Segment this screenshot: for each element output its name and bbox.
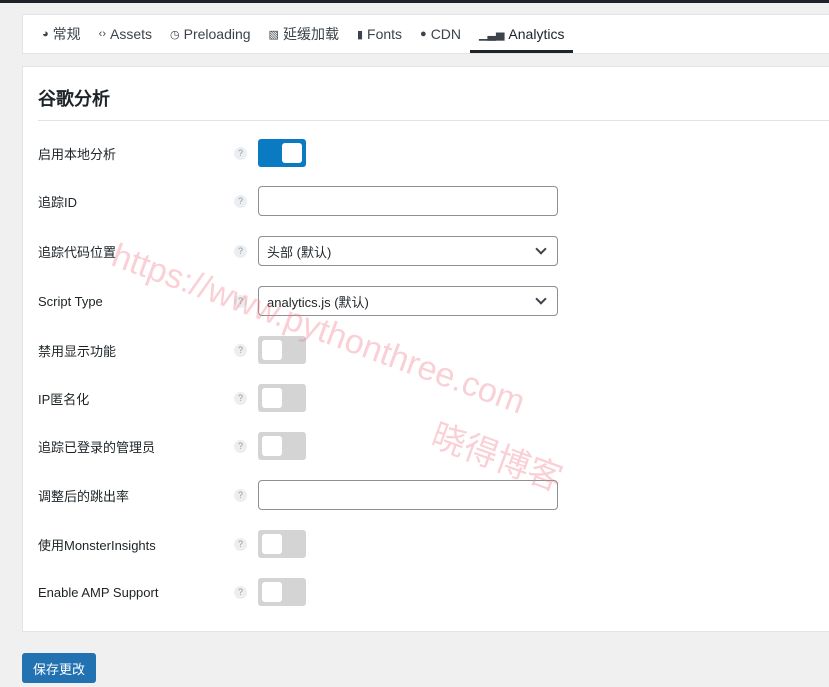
tab-label: Assets — [109, 26, 152, 42]
field-label: 追踪代码位置 — [38, 244, 117, 260]
tab-bar: ◕ 常规 ‹› Assets ◷ Preloading ▧ 延缓加载 ▮ Fonts ● C… — [22, 14, 829, 54]
admin-bar — [0, 0, 829, 3]
row-bounce-rate: 调整后的跳出率 ? — [38, 480, 829, 510]
tab-label: Fonts — [367, 26, 403, 42]
toggle-knob — [262, 340, 282, 360]
tab-general[interactable]: ◕ 常规 — [33, 15, 90, 53]
dashboard-icon: ◕ — [42, 28, 49, 40]
code-icon: ‹› — [98, 28, 106, 40]
clock-icon: ◷ — [170, 28, 180, 41]
track-admins-toggle[interactable] — [258, 432, 306, 460]
image-icon: ▧ — [268, 28, 279, 41]
tracking-id-input[interactable] — [258, 186, 558, 216]
tab-preloading[interactable]: ◷ Preloading — [161, 15, 260, 53]
chevron-down-icon — [535, 243, 547, 255]
tab-lazyload[interactable]: ▧ 延缓加载 — [260, 15, 348, 53]
field-label: Enable AMP Support — [38, 584, 159, 600]
selected-value: analytics.js (默认) — [267, 294, 369, 310]
tab-label: 常规 — [52, 26, 81, 42]
enable-toggle[interactable] — [258, 139, 306, 167]
row-enable: 启用本地分析 ? — [38, 138, 829, 168]
tab-assets[interactable]: ‹› Assets — [90, 15, 161, 53]
font-icon: ▮ — [356, 28, 364, 41]
settings-card: 谷歌分析 启用本地分析 ? 追踪ID ? 追踪代码位置 ? 头部 (默认) Sc… — [22, 66, 829, 632]
row-monsterinsights: 使用MonsterInsights ? — [38, 529, 829, 559]
row-code-position: 追踪代码位置 ? 头部 (默认) — [38, 236, 829, 266]
save-button[interactable]: 保存更改 — [22, 653, 96, 683]
row-ip-anon: IP匿名化 ? — [38, 383, 829, 413]
help-icon[interactable]: ? — [234, 488, 247, 502]
row-amp: Enable AMP Support ? — [38, 577, 829, 607]
help-icon[interactable]: ? — [234, 343, 247, 357]
bounce-rate-input[interactable] — [258, 480, 558, 510]
help-icon[interactable]: ? — [234, 585, 247, 599]
field-label: 启用本地分析 — [38, 146, 117, 162]
disable-display-toggle[interactable] — [258, 336, 306, 364]
code-position-select[interactable]: 头部 (默认) — [258, 236, 558, 266]
toggle-knob — [262, 582, 282, 602]
help-icon[interactable]: ? — [234, 194, 247, 208]
tab-cdn[interactable]: ● CDN — [411, 15, 470, 53]
tab-fonts[interactable]: ▮ Fonts — [348, 15, 411, 53]
row-tracking-id: 追踪ID ? — [38, 186, 829, 216]
toggle-knob — [262, 388, 282, 408]
field-label: 调整后的跳出率 — [38, 488, 130, 504]
bar-chart-icon: ▁▃▅ — [479, 28, 505, 41]
script-type-select[interactable]: analytics.js (默认) — [258, 286, 558, 316]
toggle-knob — [262, 436, 282, 456]
globe-icon: ● — [420, 28, 427, 40]
ip-anon-toggle[interactable] — [258, 384, 306, 412]
help-icon[interactable]: ? — [234, 146, 247, 160]
tab-label: CDN — [430, 26, 462, 42]
chevron-down-icon — [535, 293, 547, 305]
monsterinsights-toggle[interactable] — [258, 530, 306, 558]
field-label: Script Type — [38, 293, 103, 309]
amp-toggle[interactable] — [258, 578, 306, 606]
tab-label: Analytics — [508, 26, 565, 42]
help-icon[interactable]: ? — [234, 537, 247, 551]
tab-label: 延缓加载 — [282, 26, 339, 42]
tab-analytics[interactable]: ▁▃▅ Analytics — [470, 15, 574, 53]
row-track-admins: 追踪已登录的管理员 ? — [38, 431, 829, 461]
help-icon[interactable]: ? — [234, 391, 247, 405]
row-script-type: Script Type ? analytics.js (默认) — [38, 286, 829, 316]
toggle-knob — [262, 534, 282, 554]
toggle-knob — [282, 143, 302, 163]
field-label: IP匿名化 — [38, 391, 90, 407]
divider — [38, 120, 829, 121]
tab-label: Preloading — [183, 26, 251, 42]
field-label: 追踪ID — [38, 194, 78, 210]
row-disable-display: 禁用显示功能 ? — [38, 335, 829, 365]
help-icon[interactable]: ? — [234, 294, 247, 308]
field-label: 追踪已登录的管理员 — [38, 439, 156, 455]
selected-value: 头部 (默认) — [267, 244, 332, 260]
help-icon[interactable]: ? — [234, 439, 247, 453]
field-label: 使用MonsterInsights — [38, 537, 156, 553]
field-label: 禁用显示功能 — [38, 343, 117, 359]
help-icon[interactable]: ? — [234, 244, 247, 258]
section-title: 谷歌分析 — [38, 89, 110, 109]
